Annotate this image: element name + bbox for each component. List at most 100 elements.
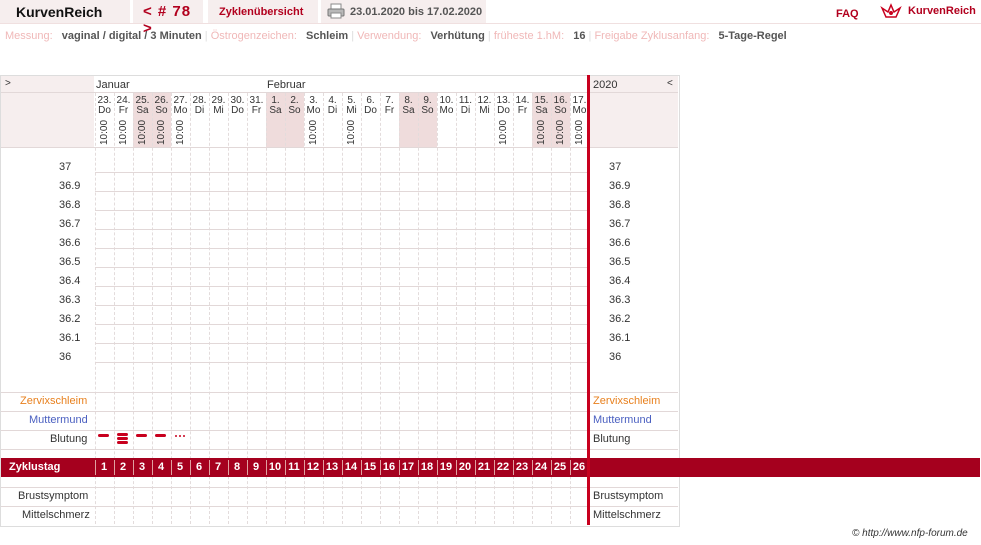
cycle-day-number: 16 — [382, 461, 396, 473]
cycle-day-number: 23 — [515, 461, 529, 473]
row-separator — [1, 506, 678, 507]
temp-label-right: 36.2 — [609, 313, 631, 325]
measurement-time-label: 10:00 — [99, 119, 110, 145]
cycle-day-number: 10 — [268, 461, 282, 473]
temp-gridline — [95, 362, 589, 363]
day-weekday-label: So — [554, 105, 567, 116]
cycle-day-separator — [513, 460, 514, 475]
cycle-day-separator — [266, 460, 267, 475]
cycle-day-separator — [171, 460, 172, 475]
temp-label-left: 36.7 — [59, 218, 81, 230]
day-weekday-label: Mo — [306, 105, 321, 116]
day-weekday-label: Fr — [118, 105, 129, 116]
breast-symptom-label: Brustsymptom — [18, 490, 89, 502]
cycle-day-number: 19 — [439, 461, 453, 473]
cycle-day-separator — [304, 460, 305, 475]
temp-label-left: 36.2 — [59, 313, 81, 325]
cycle-day-separator — [190, 460, 191, 475]
cycle-day-separator — [228, 460, 229, 475]
cycle-day-separator — [494, 460, 495, 475]
day-weekday-label: So — [155, 105, 168, 116]
cycle-day-number: 1 — [100, 461, 108, 473]
cycle-day-separator — [247, 460, 248, 475]
cycle-day-separator — [475, 460, 476, 475]
scroll-left-arrow[interactable]: > — [5, 78, 11, 89]
temp-gridline — [95, 210, 589, 211]
cycle-day-number: 9 — [252, 461, 260, 473]
day-weekday-label: Sa — [535, 105, 548, 116]
day-header-divider — [1, 147, 678, 148]
cycle-day-number: 22 — [496, 461, 510, 473]
cycle-day-bar: Zyklustag 1 2 3 4 5 6 7 8 9 10 11 12 13 14 15 16 17 18 19 2… — [1, 458, 980, 477]
cycle-day-number: 17 — [401, 461, 415, 473]
temp-label-left: 36.1 — [59, 332, 81, 344]
temp-label-right: 36.1 — [609, 332, 631, 344]
cervical-mucus-label: Zervixschleim — [20, 395, 88, 407]
bleeding-spotting-mark[interactable] — [179, 435, 181, 437]
bleeding-normal-mark[interactable] — [98, 434, 109, 437]
cycle-day-number: 15 — [363, 461, 377, 473]
day-weekday-label: Fr — [251, 105, 262, 116]
temp-label-left: 36.3 — [59, 294, 81, 306]
measurement-time-label: 10:00 — [156, 119, 167, 145]
bleeding-heavy-mark[interactable] — [117, 441, 128, 444]
day-weekday-label: Di — [194, 105, 205, 116]
cycle-day-separator — [437, 460, 438, 475]
header-left-pink — [1, 76, 94, 148]
month-label-january: Januar — [96, 79, 130, 91]
year-label: 2020 — [593, 79, 618, 91]
cycle-day-number: 13 — [325, 461, 339, 473]
copyright[interactable]: © http://www.nfp-forum.de — [852, 528, 968, 539]
measurement-time-label: 10:00 — [536, 119, 547, 145]
mittelschmerz-label-right: Mittelschmerz — [593, 509, 661, 521]
month-divider — [1, 92, 678, 93]
row-separator — [1, 449, 678, 450]
cycle-day-number: 4 — [157, 461, 165, 473]
cycle-day-separator — [551, 460, 552, 475]
cycle-day-number: 8 — [233, 461, 241, 473]
measurement-time-label: 10:00 — [498, 119, 509, 145]
temp-gridline — [95, 305, 589, 306]
cervix-label: Muttermund — [29, 414, 88, 426]
bleeding-normal-mark[interactable] — [136, 434, 147, 437]
temp-gridline — [95, 229, 589, 230]
cycle-day-number: 3 — [138, 461, 146, 473]
cycle-day-separator — [323, 460, 324, 475]
temp-label-left: 36.9 — [59, 180, 81, 192]
cycle-day-number: 11 — [288, 461, 300, 473]
temp-label-left: 36.8 — [59, 199, 81, 211]
cycle-day-separator — [456, 460, 457, 475]
day-weekday-label: Do — [231, 105, 244, 116]
cycle-day-separator — [399, 460, 400, 475]
bleeding-spotting-mark[interactable] — [183, 435, 185, 437]
cycle-day-number: 5 — [176, 461, 184, 473]
bleeding-heavy-mark[interactable] — [117, 433, 128, 436]
bleeding-normal-mark[interactable] — [155, 434, 166, 437]
month-label-february: Februar — [267, 79, 306, 91]
scroll-right-arrow[interactable]: < — [667, 78, 673, 89]
bleeding-spotting-mark[interactable] — [175, 435, 177, 437]
cycle-day-number: 7 — [214, 461, 222, 473]
cycle-day-number: 2 — [119, 461, 127, 473]
row-separator — [1, 487, 678, 488]
day-weekday-label: Fr — [517, 105, 528, 116]
temp-label-right: 37 — [609, 161, 622, 173]
day-weekday-label: Di — [327, 105, 338, 116]
temp-label-right: 36.8 — [609, 199, 631, 211]
cycle-day-separator — [133, 460, 134, 475]
breast-symptom-label-right: Brustsymptom — [593, 490, 664, 502]
temp-gridline — [95, 191, 589, 192]
temp-gridline — [95, 267, 589, 268]
mittelschmerz-label: Mittelschmerz — [22, 509, 90, 521]
day-weekday-label: Mo — [173, 105, 188, 116]
temp-label-right: 36.4 — [609, 275, 631, 287]
temp-label-right: 36.9 — [609, 180, 631, 192]
temp-label-right: 36.5 — [609, 256, 631, 268]
bleeding-heavy-mark[interactable] — [117, 437, 128, 440]
measurement-time-label: 10:00 — [137, 119, 148, 145]
bleeding-label: Blutung — [50, 433, 88, 445]
cycle-day-separator — [95, 460, 96, 475]
day-weekday-label: Do — [98, 105, 111, 116]
temp-label-right: 36.6 — [609, 237, 631, 249]
day-weekday-label: Do — [364, 105, 377, 116]
